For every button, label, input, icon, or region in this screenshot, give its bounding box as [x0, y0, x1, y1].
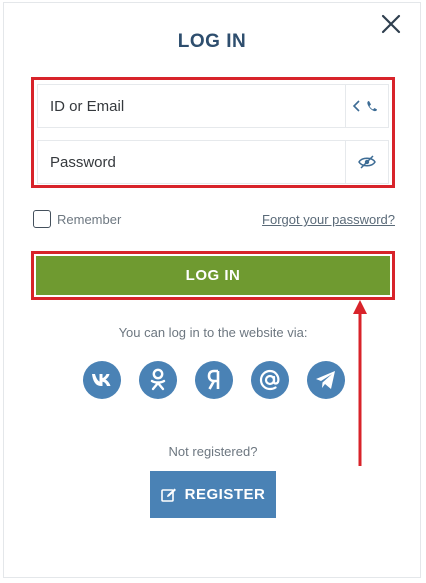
remember-option[interactable]: Remember — [33, 210, 121, 228]
at-icon[interactable] — [251, 361, 289, 399]
forgot-password-link[interactable]: Forgot your password? — [262, 212, 395, 227]
arrow-up-icon — [353, 300, 367, 466]
odnoklassniki-icon[interactable] — [139, 361, 177, 399]
id-email-label: ID or Email — [50, 97, 125, 115]
register-label: REGISTER — [184, 486, 266, 503]
yandex-icon[interactable] — [195, 361, 233, 399]
password-field[interactable]: Password — [37, 140, 389, 184]
social-login-list — [83, 361, 345, 399]
login-highlight: LOG IN — [31, 251, 395, 300]
not-registered-text: Not registered? — [168, 444, 258, 459]
register-button[interactable]: REGISTER — [150, 471, 276, 518]
id-email-field[interactable]: ID or Email — [37, 84, 389, 128]
phone-toggle[interactable] — [345, 85, 388, 127]
edit-icon — [160, 488, 176, 502]
credentials-highlight: ID or Email Password — [31, 77, 395, 188]
telegram-icon[interactable] — [307, 361, 345, 399]
login-button[interactable]: LOG IN — [36, 256, 390, 295]
social-login-prompt: You can log in to the website via: — [118, 325, 308, 340]
dialog-title: LOG IN — [177, 31, 247, 52]
remember-label: Remember — [57, 211, 122, 227]
password-label: Password — [50, 153, 116, 171]
remember-checkbox[interactable] — [33, 210, 51, 228]
show-password-toggle[interactable] — [345, 141, 388, 183]
eye-slash-icon — [358, 155, 376, 169]
phone-icon — [352, 100, 377, 112]
vk-icon[interactable] — [83, 361, 121, 399]
